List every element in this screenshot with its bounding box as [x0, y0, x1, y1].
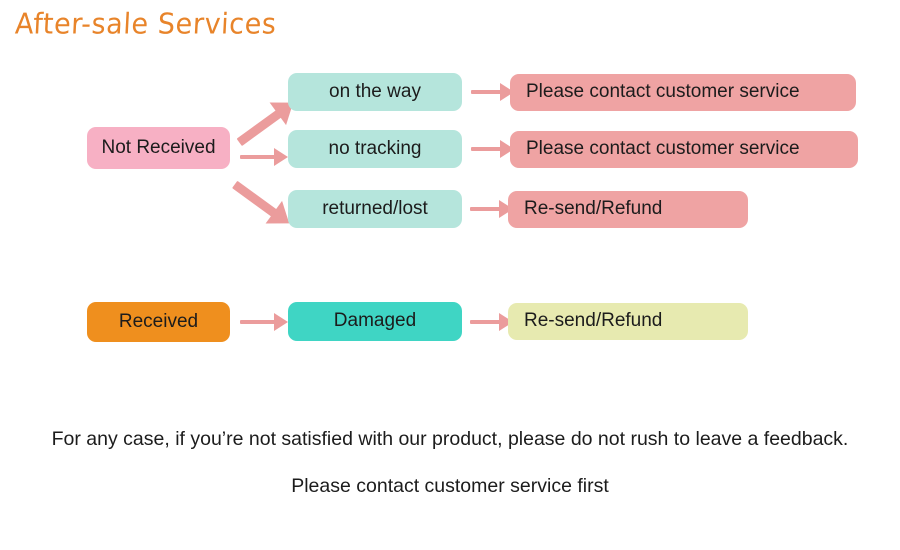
node-label: Not Received: [101, 136, 216, 158]
node-no-tracking[interactable]: no tracking: [288, 130, 462, 168]
node-label: returned/lost: [322, 197, 428, 219]
node-label: Damaged: [333, 310, 417, 332]
node-returned-lost[interactable]: returned/lost: [288, 190, 462, 228]
arrow-returned-lost-to-resend-refund: [470, 200, 513, 218]
node-label: Received: [118, 310, 199, 332]
node-label: Please contact customer service: [526, 138, 800, 160]
node-label: Re-send/Refund: [524, 198, 663, 220]
node-damaged[interactable]: Damaged: [288, 302, 462, 341]
node-please-contact-customer-service-1[interactable]: Please contact customer service: [510, 74, 856, 111]
node-label: Please contact customer service: [526, 81, 800, 103]
arrow-damaged-to-resend-refund: [470, 313, 513, 331]
node-not-received[interactable]: Not Received: [87, 127, 230, 169]
footer-line-2: Please contact customer service first: [291, 475, 609, 497]
node-resend-refund-1[interactable]: Re-send/Refund: [508, 191, 748, 228]
node-label: no tracking: [328, 137, 422, 159]
arrow-no-tracking-to-contact-service: [471, 140, 514, 158]
node-label: on the way: [329, 80, 421, 102]
node-received[interactable]: Received: [87, 302, 230, 342]
arrow-received-to-damaged: [240, 313, 288, 331]
footer-line-1: For any case, if you’re not satisfied wi…: [51, 428, 849, 450]
arrow-on-the-way-to-contact-service: [471, 83, 514, 101]
page-title: After-sale Services: [14, 8, 278, 41]
node-on-the-way[interactable]: on the way: [288, 73, 462, 111]
arrow-not-received-to-no-tracking: [240, 148, 288, 166]
node-resend-refund-2[interactable]: Re-send/Refund: [508, 303, 748, 340]
slide-canvas: After-sale Services Not Received on the …: [0, 0, 900, 550]
node-please-contact-customer-service-2[interactable]: Please contact customer service: [510, 131, 858, 168]
node-label: Re-send/Refund: [524, 310, 663, 332]
